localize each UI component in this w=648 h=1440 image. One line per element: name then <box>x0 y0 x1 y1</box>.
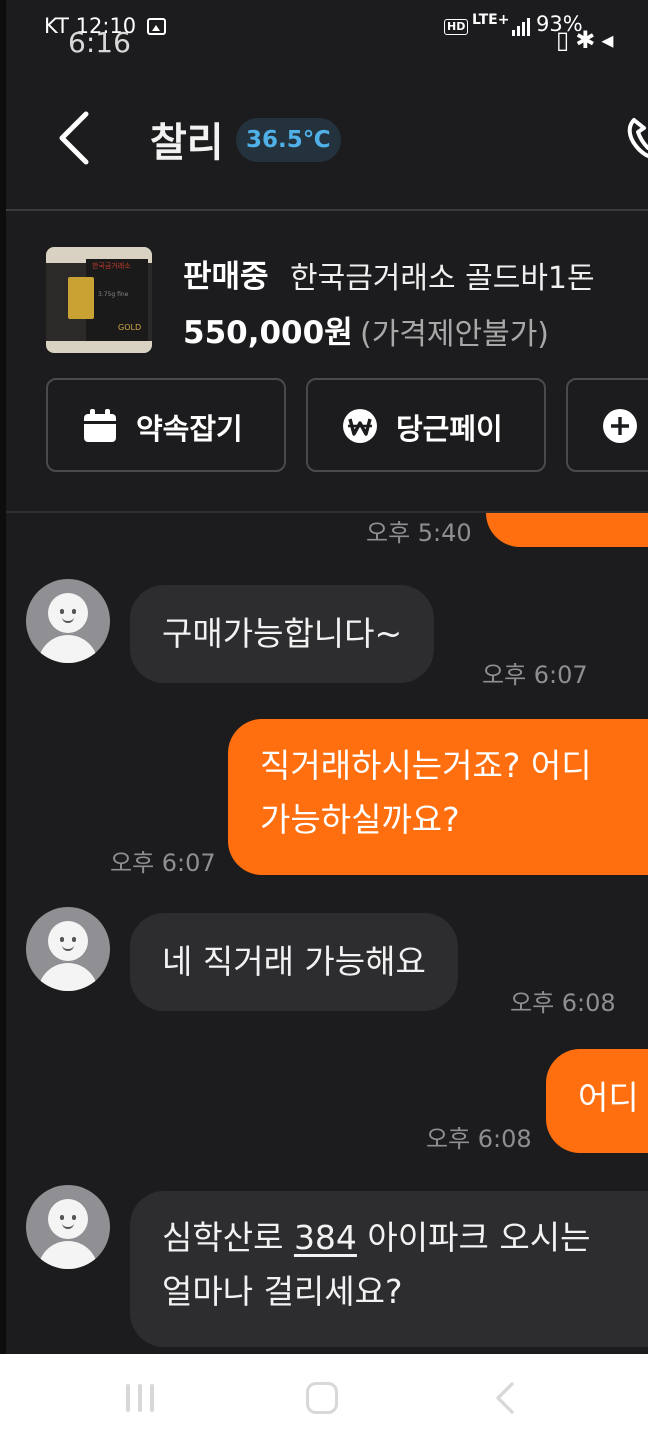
gold-bar-image <box>68 277 94 319</box>
message-time: 오후 5:40 <box>366 519 472 547</box>
calendar-icon <box>84 409 116 442</box>
signal-icon <box>512 18 530 36</box>
chevron-left-icon <box>59 111 89 165</box>
message-text-line1: 직거래하시는거죠? 어디 <box>260 746 592 785</box>
schedule-button[interactable]: 약속잡기 <box>46 378 286 472</box>
system-back-button[interactable] <box>490 1380 520 1416</box>
chat-header: 찰리 36.5℃ <box>0 56 648 210</box>
message-text: 네 직거래 가능해요 <box>162 942 426 981</box>
product-thumbnail[interactable]: 한국금거래소 3.75g fine GOLD <box>46 247 152 353</box>
phone-icon <box>627 118 648 159</box>
home-button[interactable] <box>306 1382 338 1414</box>
plus-circle-icon <box>603 409 637 443</box>
mute-icon: ◂ <box>601 26 620 54</box>
pay-button[interactable]: 당근페이 <box>306 378 546 472</box>
address-text: 심학산로 <box>162 1218 294 1257</box>
system-nav-bar <box>0 1354 648 1440</box>
message-time: 오후 6:08 <box>426 1125 532 1153</box>
message-time: 오후 6:08 <box>510 989 616 1017</box>
message-list: 오후 5:40 구매가능합니다~ 오후 6:07 직거래하시는거죠? 어디 가능… <box>0 513 648 1354</box>
message-outgoing: 직거래하시는거죠? 어디 가능하실까요? <box>228 719 648 875</box>
product-section: 한국금거래소 3.75g fine GOLD 판매중 한국금거래소 골드바1돈 … <box>0 211 648 511</box>
network-type: LTE+ <box>472 12 510 28</box>
won-icon <box>343 409 377 443</box>
product-price: 550,000원 <box>183 315 353 351</box>
chat-partner-name: 찰리 <box>150 120 224 166</box>
pay-label: 당근페이 <box>396 412 503 446</box>
message-text-line2: 가능하실까요? <box>260 800 460 839</box>
address-number-link[interactable]: 384 <box>294 1218 357 1257</box>
status-bar: KT 12:10 6:16 HD LTE+ 93% ▯✱◂ <box>0 0 648 59</box>
gallery-icon <box>147 18 166 35</box>
message-time: 오후 6:07 <box>110 849 216 877</box>
message-outgoing: 어디 <box>546 1049 648 1153</box>
product-status: 판매중 <box>183 259 269 295</box>
message-incoming: 네 직거래 가능해요 <box>130 913 458 1011</box>
status-icons: ▯✱◂ <box>556 26 619 54</box>
manner-temperature-badge[interactable]: 36.5℃ <box>236 118 341 162</box>
hd-voice-icon: HD <box>444 19 469 35</box>
chat-screen: KT 12:10 6:16 HD LTE+ 93% ▯✱◂ 찰리 36.5℃ 한… <box>0 0 648 1354</box>
message-incoming: 심학산로 384 아이파크 오시는 얼마나 걸리세요? <box>130 1191 648 1347</box>
message-outgoing <box>486 513 648 547</box>
product-title[interactable]: 한국금거래소 골드바1돈 <box>290 253 595 297</box>
message-incoming: 구매가능합니다~ <box>130 585 435 683</box>
address-text-rest: 아이파크 오시는 <box>356 1218 591 1257</box>
message-time: 오후 6:07 <box>482 661 588 689</box>
price-negotiation-note: (가격제안불가) <box>360 317 550 352</box>
message-text: 어디 <box>578 1078 639 1117</box>
partner-avatar[interactable] <box>26 579 110 663</box>
message-text: 구매가능합니다~ <box>162 614 403 653</box>
sim-icon: ▯ <box>556 26 576 54</box>
more-button[interactable] <box>566 378 648 472</box>
overlay-time: 6:16 <box>68 26 131 59</box>
message-text-line1: 심학산로 384 아이파크 오시는 <box>162 1211 648 1265</box>
partner-avatar[interactable] <box>26 1185 110 1269</box>
recents-button[interactable] <box>126 1384 156 1412</box>
partner-avatar[interactable] <box>26 907 110 991</box>
call-button[interactable] <box>624 114 648 162</box>
bluetooth-icon: ✱ <box>575 26 602 54</box>
thumb-fine: 3.75g fine <box>98 291 129 298</box>
back-arrow-icon <box>496 1382 514 1414</box>
back-button[interactable] <box>50 106 100 170</box>
thumb-gold-label: GOLD <box>118 323 142 332</box>
schedule-label: 약속잡기 <box>136 412 243 446</box>
thumb-brand: 한국금거래소 <box>92 262 131 270</box>
message-text-line2: 얼마나 걸리세요? <box>162 1272 403 1311</box>
